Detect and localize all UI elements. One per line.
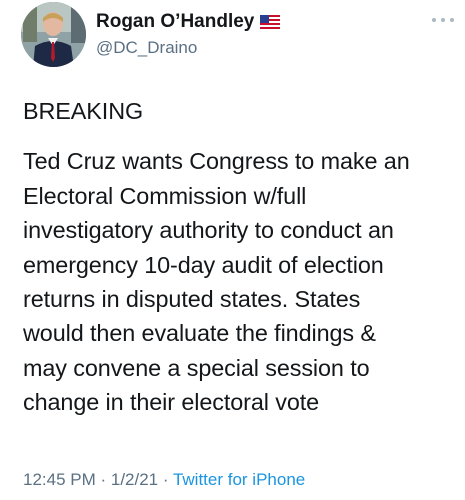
- tweet-line: Ted Cruz wants Congress to make an: [23, 148, 410, 175]
- tweet-line: investigatory authority to conduct an: [23, 217, 394, 244]
- author-display-name[interactable]: Rogan O’Handley: [96, 11, 254, 33]
- meta-separator: ·: [95, 470, 111, 489]
- tweet-line: emergency 10-day audit of election: [23, 251, 384, 278]
- tweet-line: may convene a special session to: [23, 354, 370, 381]
- tweet-source-link[interactable]: Twitter for iPhone: [173, 470, 305, 489]
- tweet-line: BREAKING: [23, 98, 144, 124]
- tweet-line: change in their electoral vote: [23, 389, 320, 416]
- tweet-metadata: 12:45 PM · 1/2/21 · Twitter for iPhone: [23, 470, 305, 490]
- author-name-row[interactable]: Rogan O’Handley: [96, 10, 281, 34]
- more-options-icon[interactable]: [432, 16, 454, 24]
- meta-separator: ·: [158, 470, 173, 489]
- tweet-time[interactable]: 12:45 PM: [23, 470, 96, 489]
- tweet-text: BREAKING Ted Cruz wants Congress to make…: [23, 94, 463, 420]
- author-handle[interactable]: @DC_Draino: [96, 38, 197, 58]
- us-flag-icon: [260, 15, 281, 29]
- tweet-card: Rogan O’Handley @DC_Draino BREAKING Ted …: [0, 0, 465, 500]
- tweet-line: Electoral Commission w/full: [23, 182, 307, 209]
- tweet-date[interactable]: 1/2/21: [111, 470, 158, 489]
- tweet-line: would then evaluate the findings &: [23, 320, 376, 347]
- avatar-image: [21, 2, 86, 67]
- tweet-line: returns in disputed states. States: [23, 286, 361, 313]
- avatar[interactable]: [21, 2, 86, 67]
